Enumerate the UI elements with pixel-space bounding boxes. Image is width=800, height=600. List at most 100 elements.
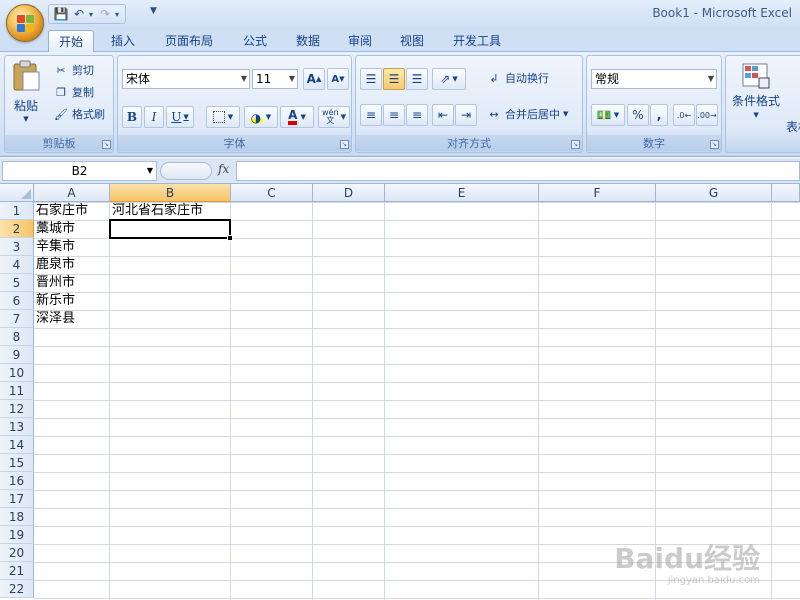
increase-indent-button[interactable]: ⇥ bbox=[455, 104, 477, 126]
redo-dropdown-icon[interactable]: ▾ bbox=[115, 10, 119, 19]
column-header-f[interactable]: F bbox=[539, 184, 656, 202]
number-launcher-icon[interactable]: ↘ bbox=[710, 140, 719, 149]
font-size-select[interactable]: 11 ▼ bbox=[252, 69, 298, 89]
comma-button[interactable]: , bbox=[650, 104, 668, 126]
row-header-17[interactable]: 17 bbox=[0, 490, 34, 508]
currency-dropdown-icon[interactable]: ▼ bbox=[614, 111, 619, 119]
number-format-select[interactable]: 常规 ▼ bbox=[591, 69, 717, 89]
conditional-format-dropdown-icon[interactable]: ▼ bbox=[753, 111, 758, 119]
row-header-19[interactable]: 19 bbox=[0, 526, 34, 544]
cell-a3[interactable]: 辛集市 bbox=[34, 238, 75, 256]
borders-button[interactable]: ▼ bbox=[206, 106, 240, 128]
currency-button[interactable]: 💵 ▼ bbox=[591, 104, 625, 126]
alignment-launcher-icon[interactable]: ↘ bbox=[571, 140, 580, 149]
formula-oval-handle[interactable] bbox=[160, 162, 212, 180]
undo-icon[interactable]: ↶ bbox=[71, 6, 87, 22]
row-header-7[interactable]: 7 bbox=[0, 310, 34, 328]
align-right-button[interactable]: ≡ bbox=[406, 104, 428, 126]
align-left-button[interactable]: ≡ bbox=[360, 104, 382, 126]
cell-a7[interactable]: 深泽县 bbox=[34, 310, 75, 328]
orientation-button[interactable]: ⇗ ▼ bbox=[432, 68, 466, 90]
column-header-c[interactable]: C bbox=[231, 184, 313, 202]
format-as-table-button[interactable]: 表格 bbox=[786, 118, 800, 135]
row-header-2[interactable]: 2 bbox=[0, 220, 34, 238]
formula-input[interactable] bbox=[236, 161, 800, 181]
row-header-18[interactable]: 18 bbox=[0, 508, 34, 526]
number-format-dropdown-icon[interactable]: ▼ bbox=[708, 70, 714, 88]
tab-home[interactable]: 开始 bbox=[48, 30, 94, 52]
fill-handle[interactable] bbox=[227, 235, 233, 241]
column-header-e[interactable]: E bbox=[385, 184, 539, 202]
decrease-decimal-button[interactable]: .00→ bbox=[696, 104, 718, 126]
select-all-button[interactable] bbox=[0, 184, 34, 202]
active-cell-selection[interactable] bbox=[109, 219, 231, 239]
merge-dropdown-icon[interactable]: ▼ bbox=[563, 110, 568, 118]
bold-button[interactable]: B bbox=[122, 106, 142, 128]
shrink-font-button[interactable]: A ▼ bbox=[327, 68, 349, 90]
tab-review[interactable]: 审阅 bbox=[339, 30, 381, 52]
font-name-dropdown-icon[interactable]: ▼ bbox=[241, 70, 247, 88]
column-header-g[interactable]: G bbox=[656, 184, 772, 202]
row-header-14[interactable]: 14 bbox=[0, 436, 34, 454]
row-header-3[interactable]: 3 bbox=[0, 238, 34, 256]
align-middle-button[interactable]: ☰ bbox=[383, 68, 405, 90]
row-header-4[interactable]: 4 bbox=[0, 256, 34, 274]
increase-decimal-button[interactable]: .0← bbox=[673, 104, 695, 126]
decrease-indent-button[interactable]: ⇤ bbox=[432, 104, 454, 126]
clipboard-launcher-icon[interactable]: ↘ bbox=[102, 140, 111, 149]
column-header-a[interactable]: A bbox=[34, 184, 110, 202]
fill-color-button[interactable]: ◑ ▼ bbox=[244, 106, 278, 128]
row-header-22[interactable]: 22 bbox=[0, 580, 34, 598]
name-box[interactable]: B2 ▼ bbox=[2, 161, 157, 181]
customize-qat-icon[interactable]: ▼ bbox=[150, 6, 157, 16]
row-header-8[interactable]: 8 bbox=[0, 328, 34, 346]
font-color-dropdown-icon[interactable]: ▼ bbox=[300, 113, 305, 121]
fill-color-dropdown-icon[interactable]: ▼ bbox=[266, 113, 271, 121]
paste-button[interactable]: 粘贴 ▼ bbox=[11, 60, 41, 123]
phonetic-button[interactable]: wén 文 ▼ bbox=[318, 106, 350, 128]
tab-view[interactable]: 视图 bbox=[391, 30, 433, 52]
tab-insert[interactable]: 插入 bbox=[102, 30, 144, 52]
font-size-dropdown-icon[interactable]: ▼ bbox=[289, 70, 295, 88]
cut-button[interactable]: ✂ 剪切 bbox=[53, 62, 94, 78]
row-header-5[interactable]: 5 bbox=[0, 274, 34, 292]
row-header-12[interactable]: 12 bbox=[0, 400, 34, 418]
cell-a5[interactable]: 晋州市 bbox=[34, 274, 75, 292]
row-header-21[interactable]: 21 bbox=[0, 562, 34, 580]
percent-button[interactable]: % bbox=[627, 104, 649, 126]
row-header-9[interactable]: 9 bbox=[0, 346, 34, 364]
cell-a4[interactable]: 鹿泉市 bbox=[34, 256, 75, 274]
office-button[interactable] bbox=[6, 4, 44, 42]
cell-a6[interactable]: 新乐市 bbox=[34, 292, 75, 310]
undo-dropdown-icon[interactable]: ▾ bbox=[89, 10, 93, 19]
align-bottom-button[interactable]: ☰ bbox=[406, 68, 428, 90]
copy-button[interactable]: ❐ 复制 bbox=[53, 84, 94, 100]
tab-developer[interactable]: 开发工具 bbox=[446, 30, 508, 52]
tab-data[interactable]: 数据 bbox=[287, 30, 329, 52]
tab-page-layout[interactable]: 页面布局 bbox=[158, 30, 220, 52]
column-header-h[interactable] bbox=[772, 184, 800, 202]
italic-button[interactable]: I bbox=[144, 106, 164, 128]
redo-icon[interactable]: ↷ bbox=[97, 6, 113, 22]
font-color-button[interactable]: A ▼ bbox=[280, 106, 314, 128]
row-header-11[interactable]: 11 bbox=[0, 382, 34, 400]
phonetic-dropdown-icon[interactable]: ▼ bbox=[341, 113, 346, 121]
insert-function-icon[interactable]: fx bbox=[218, 162, 229, 176]
cell-a2[interactable]: 藁城市 bbox=[34, 220, 75, 238]
wrap-text-button[interactable]: ↲ 自动换行 bbox=[486, 70, 549, 86]
format-painter-button[interactable]: 🖌 格式刷 bbox=[53, 106, 105, 122]
cell-b1[interactable]: 河北省石家庄市 bbox=[110, 202, 203, 220]
save-icon[interactable]: 💾 bbox=[53, 6, 69, 22]
grow-font-button[interactable]: A ▲ bbox=[303, 68, 325, 90]
underline-button[interactable]: U ▼ bbox=[166, 106, 194, 128]
borders-dropdown-icon[interactable]: ▼ bbox=[228, 113, 233, 121]
align-top-button[interactable]: ☰ bbox=[360, 68, 382, 90]
column-header-b[interactable]: B bbox=[110, 184, 231, 202]
row-header-20[interactable]: 20 bbox=[0, 544, 34, 562]
conditional-format-button[interactable]: 条件格式 ▼ bbox=[732, 60, 780, 119]
tab-formulas[interactable]: 公式 bbox=[234, 30, 276, 52]
font-launcher-icon[interactable]: ↘ bbox=[340, 140, 349, 149]
row-header-10[interactable]: 10 bbox=[0, 364, 34, 382]
merge-center-button[interactable]: ↔ 合并后居中 ▼ bbox=[486, 106, 568, 122]
row-header-16[interactable]: 16 bbox=[0, 472, 34, 490]
